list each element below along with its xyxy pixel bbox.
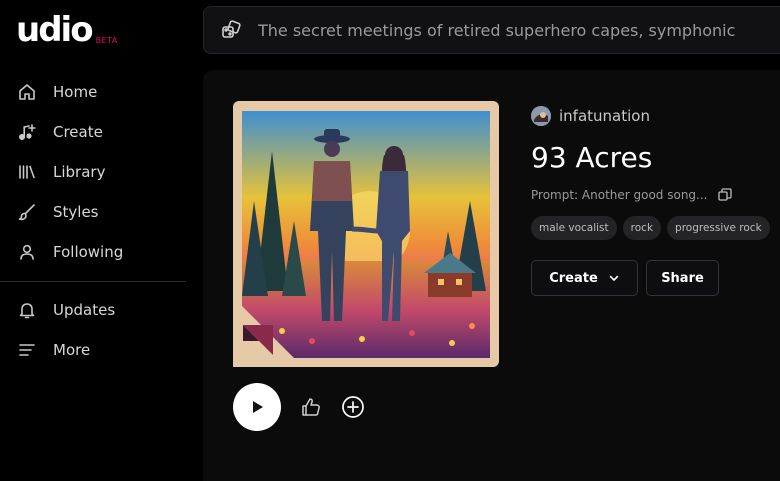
tag-list: male vocalist rock progressive rock [531, 216, 780, 240]
app-window: udio BETA Home Create Library Styles Fol… [0, 0, 780, 481]
tag-chip[interactable]: male vocalist [531, 216, 617, 240]
dice-icon[interactable] [220, 19, 242, 41]
search-bar[interactable]: The secret meetings of retired superhero… [203, 6, 780, 54]
sidebar-item-label: Styles [53, 203, 99, 221]
song-actions: Create Share [531, 260, 780, 296]
bell-icon [17, 300, 37, 320]
sidebar-item-create[interactable]: Create [0, 112, 186, 152]
user-icon [17, 242, 37, 262]
corner-logo-icon [233, 297, 303, 367]
avatar[interactable] [531, 106, 551, 126]
beta-badge: BETA [95, 36, 118, 45]
copy-icon[interactable] [717, 188, 732, 202]
udio-logo[interactable]: udio BETA [16, 12, 118, 48]
artist-row[interactable]: infatunation [531, 105, 780, 127]
sidebar-item-label: Create [53, 123, 103, 141]
play-icon [253, 401, 263, 413]
prompt-text: Prompt: Another good song... [531, 188, 708, 202]
home-icon [17, 82, 37, 102]
sidebar-item-label: Library [53, 163, 106, 181]
sidebar-item-following[interactable]: Following [0, 232, 186, 272]
thumbs-up-icon[interactable] [299, 395, 323, 419]
album-art-frame[interactable] [233, 101, 499, 367]
create-button[interactable]: Create [531, 260, 638, 296]
sidebar-item-library[interactable]: Library [0, 152, 186, 192]
chevron-down-icon [609, 275, 619, 281]
song-title: 93 Acres [531, 141, 653, 174]
brush-icon [17, 202, 37, 222]
share-button-label: Share [661, 270, 704, 286]
sidebar: udio BETA Home Create Library Styles Fol… [0, 0, 186, 481]
prompt-row: Prompt: Another good song... [531, 188, 780, 202]
music-plus-icon [17, 122, 37, 142]
artist-name[interactable]: infatunation [559, 107, 650, 125]
sidebar-item-styles[interactable]: Styles [0, 192, 186, 232]
library-icon [17, 162, 37, 182]
playback-controls [233, 383, 365, 431]
song-meta: infatunation 93 Acres Prompt: Another go… [531, 105, 780, 296]
logo-text: udio [16, 10, 94, 50]
sidebar-item-more[interactable]: More [0, 330, 186, 370]
add-to-playlist-icon[interactable] [341, 395, 365, 419]
sidebar-item-label: Following [53, 243, 124, 261]
search-input[interactable]: The secret meetings of retired superhero… [258, 21, 735, 40]
sidebar-item-label: More [53, 341, 91, 359]
sidebar-item-label: Home [53, 83, 98, 101]
menu-icon [17, 340, 37, 360]
play-button[interactable] [233, 383, 281, 431]
song-panel: infatunation 93 Acres Prompt: Another go… [203, 70, 780, 481]
sidebar-item-home[interactable]: Home [0, 72, 186, 112]
sidebar-nav: Home Create Library Styles Following Upd… [0, 72, 186, 370]
sidebar-divider [0, 281, 186, 282]
sidebar-item-updates[interactable]: Updates [0, 290, 186, 330]
sidebar-item-label: Updates [53, 301, 116, 319]
create-button-label: Create [549, 270, 598, 286]
share-button[interactable]: Share [646, 260, 719, 296]
tag-chip[interactable]: rock [622, 216, 662, 240]
tag-chip[interactable]: progressive rock [667, 216, 770, 240]
